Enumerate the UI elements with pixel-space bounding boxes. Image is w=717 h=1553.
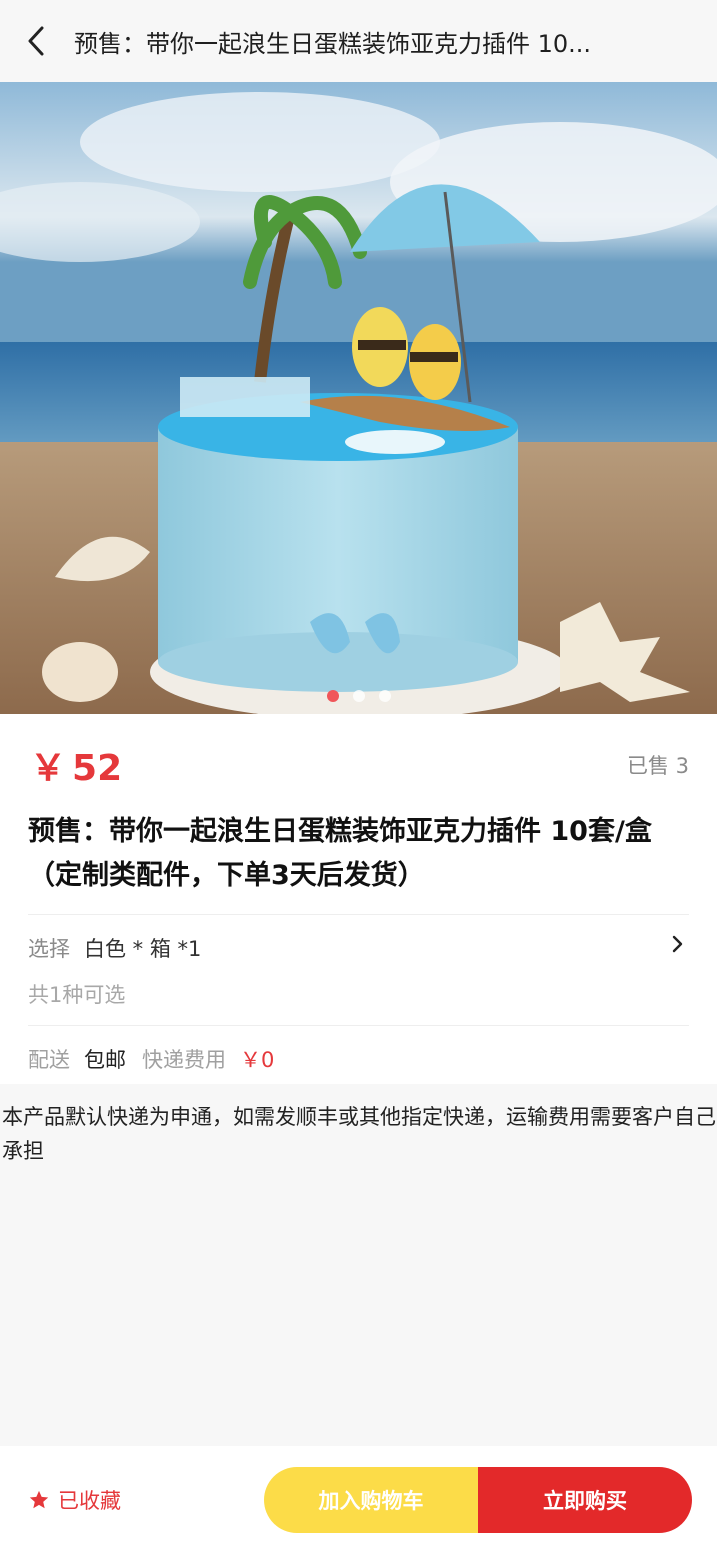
shipping-fee: ￥0 <box>240 1048 275 1072</box>
star-icon <box>29 1490 49 1508</box>
product-image <box>0 82 717 714</box>
spec-options-count: 共1种可选 <box>28 983 126 1007</box>
chevron-left-icon <box>28 26 44 56</box>
purchase-buttons: 加入购物车 立即购买 <box>264 1466 692 1533</box>
carousel-indicator <box>0 690 717 702</box>
delivery-row: 配送 包邮 快递费用 ￥0 <box>28 1026 689 1092</box>
top-bar: 预售：带你一起浪生日蛋糕装饰亚克力插件 10... <box>0 0 717 82</box>
carousel-dot[interactable] <box>378 690 391 702</box>
spec-label: 选择 <box>28 937 70 961</box>
currency-symbol: ￥ <box>30 748 67 789</box>
product-info: ￥ 52 已售 3 预售：带你一起浪生日蛋糕装饰亚克力插件 10套/盒（定制类配件… <box>0 714 717 1084</box>
favorite-button[interactable]: 已收藏 <box>28 1485 264 1515</box>
price-value: 52 <box>72 748 123 789</box>
delivery-value: 包邮 <box>84 1048 126 1072</box>
add-to-cart-button[interactable]: 加入购物车 <box>264 1466 478 1533</box>
sold-count: 已售 3 <box>626 754 689 778</box>
carousel-dot[interactable] <box>352 690 365 702</box>
spec-value: 白色 * 箱 *1 <box>84 937 202 961</box>
chevron-right-icon <box>672 935 683 953</box>
shipping-fee-label: 快递费用 <box>142 1048 226 1072</box>
product-image-carousel[interactable] <box>0 82 717 714</box>
back-button[interactable] <box>22 23 50 59</box>
shipping-notice: 本产品默认快递为申通，如需发顺丰或其他指定快递，运输费用需要客户自己承担 <box>2 1105 716 1163</box>
price: ￥ 52 <box>28 739 122 791</box>
bottom-action-bar: 已收藏 加入购物车 立即购买 <box>0 1446 717 1553</box>
page-title: 预售：带你一起浪生日蛋糕装饰亚克力插件 10... <box>74 29 592 58</box>
spec-selector[interactable]: 选择 白色 * 箱 *1 共1种可选 <box>28 915 689 1025</box>
price-row: ￥ 52 已售 3 <box>28 714 689 816</box>
product-title: 预售：带你一起浪生日蛋糕装饰亚克力插件 10套/盒（定制类配件，下单3天后发货） <box>28 816 652 891</box>
carousel-dot[interactable] <box>326 690 339 702</box>
favorite-label: 已收藏 <box>58 1488 121 1513</box>
delivery-label: 配送 <box>28 1048 70 1072</box>
buy-now-button[interactable]: 立即购买 <box>478 1466 692 1533</box>
